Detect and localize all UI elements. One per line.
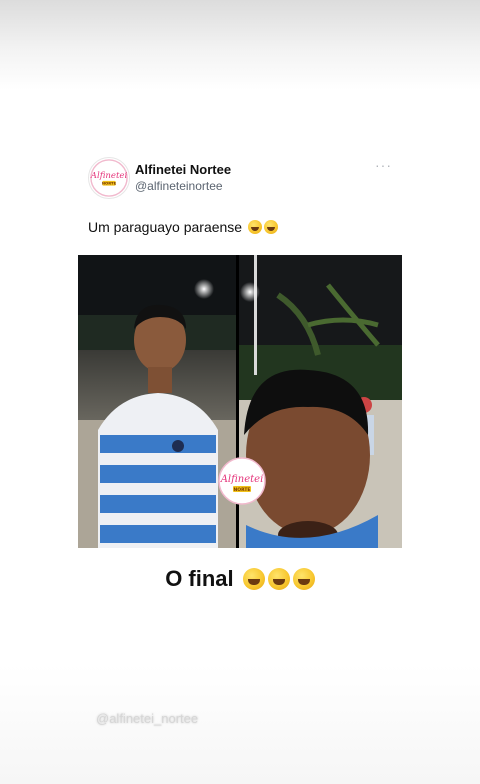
post-text-line: Um paraguayo paraense bbox=[88, 219, 278, 235]
video-frame: Alfinetei NORTE bbox=[78, 255, 402, 548]
svg-text:NORTE: NORTE bbox=[234, 487, 251, 493]
svg-text:Alfinetei: Alfinetei bbox=[90, 171, 127, 181]
post-header: Alfinetei NORTE Alfinetei Nortee @alfine… bbox=[88, 157, 398, 201]
bottom-fade bbox=[0, 664, 480, 784]
post-text: Um paraguayo paraense bbox=[88, 219, 243, 235]
video-caption: O final bbox=[165, 566, 234, 591]
laughing-emoji-icon bbox=[248, 220, 262, 234]
left-video-panel bbox=[78, 255, 236, 548]
video-caption-line: O final bbox=[0, 566, 480, 592]
svg-text:NORTE: NORTE bbox=[102, 181, 117, 186]
laughing-emoji-icon bbox=[267, 568, 290, 590]
right-video-panel bbox=[239, 255, 402, 548]
laughing-emoji-icon bbox=[242, 568, 265, 590]
avatar[interactable]: Alfinetei NORTE bbox=[88, 157, 130, 199]
watermark-handle: @alfinetei_nortee bbox=[96, 711, 199, 726]
top-status-fade bbox=[0, 0, 480, 90]
more-options-icon[interactable]: ··· bbox=[375, 157, 392, 173]
laughing-emoji-icon bbox=[264, 220, 278, 234]
alfinetei-watermark-logo: Alfinetei NORTE bbox=[218, 457, 266, 505]
laughing-emoji-icon bbox=[292, 568, 315, 590]
alfinetei-logo-icon: Alfinetei NORTE bbox=[90, 159, 128, 197]
video-media[interactable]: Alfinetei NORTE bbox=[78, 255, 402, 548]
account-name[interactable]: Alfinetei Nortee bbox=[135, 162, 231, 177]
account-handle[interactable]: @alfineteinortee bbox=[135, 179, 223, 193]
svg-text:Alfinetei: Alfinetei bbox=[220, 474, 264, 485]
